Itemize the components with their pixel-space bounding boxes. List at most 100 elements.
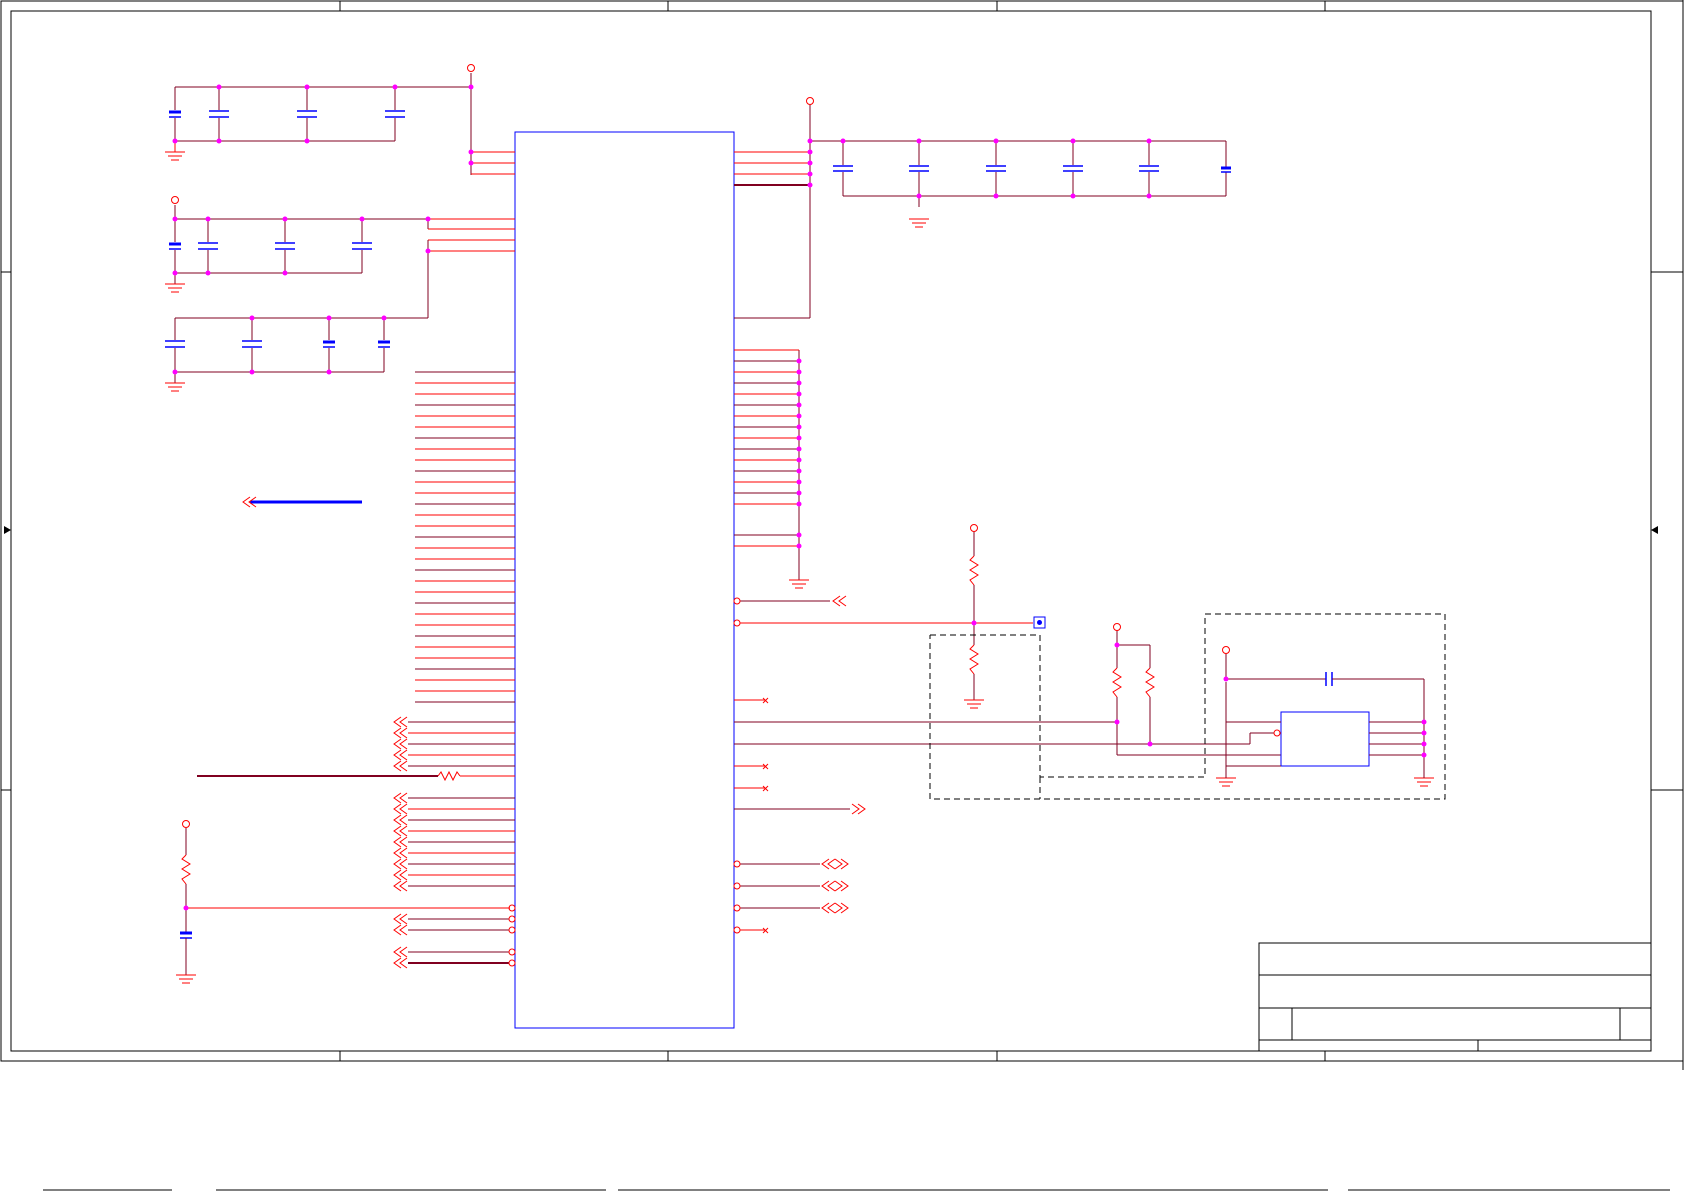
junction-dot bbox=[796, 468, 802, 474]
ground-symbol-reset bbox=[176, 974, 196, 984]
bus-arrow-left bbox=[242, 496, 362, 508]
junction-dot bbox=[205, 216, 211, 222]
decoupling-group-top-right bbox=[734, 105, 1231, 319]
right-offpage-connectors bbox=[821, 595, 866, 914]
title-block bbox=[1258, 942, 1652, 1052]
junction-dot bbox=[468, 160, 474, 166]
offpage-connector-icon bbox=[399, 716, 408, 728]
junction-dot bbox=[796, 413, 802, 419]
offpage-connector-icon bbox=[399, 869, 408, 881]
junction-dot bbox=[1070, 193, 1076, 199]
junction-dot bbox=[1421, 741, 1427, 747]
junction-dot bbox=[1146, 193, 1152, 199]
ground-symbol-2 bbox=[165, 283, 185, 293]
junction-dot bbox=[468, 84, 474, 90]
junction-dot bbox=[282, 216, 288, 222]
junction-dot bbox=[807, 182, 813, 188]
ground-symbol-1 bbox=[165, 151, 185, 161]
junction-dot bbox=[282, 270, 288, 276]
eeprom-chip bbox=[1225, 672, 1425, 772]
pin-dot bbox=[508, 959, 516, 967]
offpage-connector-icon bbox=[399, 858, 408, 870]
offpage-connector-icon bbox=[399, 913, 408, 925]
junction-dot bbox=[993, 138, 999, 144]
schematic-sheet bbox=[0, 0, 1684, 1191]
junction-dot bbox=[796, 446, 802, 452]
junction-dot bbox=[796, 532, 802, 538]
ground-symbol-eeprom-left bbox=[1216, 777, 1236, 787]
junction-dot bbox=[172, 138, 178, 144]
junction-dot bbox=[807, 149, 813, 155]
junction-dot bbox=[249, 369, 255, 375]
left-offpage-connectors bbox=[393, 716, 516, 969]
junction-dot bbox=[304, 138, 310, 144]
sheet-frame bbox=[0, 0, 1684, 1070]
pullup-resistor-pair bbox=[1112, 630, 1281, 756]
voltage-divider bbox=[969, 532, 979, 700]
offpage-connector-icon bbox=[399, 836, 408, 848]
junction-dot bbox=[840, 138, 846, 144]
junction-dot bbox=[1147, 741, 1153, 747]
no-connect-marks bbox=[762, 697, 769, 934]
pin-dot bbox=[508, 926, 516, 934]
eeprom-pin-dot bbox=[1273, 729, 1281, 737]
offpage-connector-icon bbox=[399, 727, 408, 739]
power-port-left-2 bbox=[171, 196, 179, 204]
junction-dot bbox=[796, 391, 802, 397]
junction-dot bbox=[1070, 138, 1076, 144]
offpage-connector-icon bbox=[399, 792, 408, 804]
frame-center-arrow-right bbox=[1651, 526, 1658, 534]
junction-dot bbox=[304, 84, 310, 90]
ground-symbol-3 bbox=[165, 382, 185, 392]
junction-dot bbox=[425, 248, 431, 254]
junction-dot bbox=[381, 315, 387, 321]
power-port-top-right bbox=[806, 97, 814, 105]
junction-dot bbox=[183, 905, 189, 911]
offpage-connector-icon bbox=[399, 803, 408, 815]
junction-dot bbox=[796, 424, 802, 430]
junction-dot bbox=[468, 149, 474, 155]
offpage-connector-icon bbox=[399, 924, 408, 936]
junction-dot bbox=[796, 402, 802, 408]
junction-dot bbox=[205, 270, 211, 276]
junction-dot bbox=[796, 435, 802, 441]
junction-dot bbox=[796, 358, 802, 364]
decoupling-group-2 bbox=[169, 205, 515, 318]
right-ground-pins bbox=[734, 349, 800, 580]
power-port-top-1 bbox=[467, 64, 475, 72]
junction-dot bbox=[1223, 676, 1229, 682]
pin-dot bbox=[508, 915, 516, 923]
junction-dot bbox=[1114, 642, 1120, 648]
junction-dot bbox=[796, 501, 802, 507]
junction-dot bbox=[392, 84, 398, 90]
reset-rc-network bbox=[180, 828, 510, 975]
junction-dot bbox=[807, 171, 813, 177]
junction-dot bbox=[172, 216, 178, 222]
main-ic-body bbox=[514, 131, 735, 1029]
junction-dot bbox=[807, 138, 813, 144]
test-point-icon bbox=[1033, 616, 1046, 629]
junction-dot bbox=[1146, 138, 1152, 144]
power-port-reset bbox=[182, 820, 190, 828]
offpage-connector-icon bbox=[399, 749, 408, 761]
junction-dot bbox=[916, 193, 922, 199]
junction-dot bbox=[1114, 719, 1120, 725]
junction-dot bbox=[796, 457, 802, 463]
junction-dot bbox=[172, 270, 178, 276]
junction-dot bbox=[1421, 719, 1427, 725]
junction-dot bbox=[249, 315, 255, 321]
offpage-connector-icon bbox=[399, 880, 408, 892]
offpage-connector-icon bbox=[399, 957, 408, 969]
right-signal-stubs bbox=[734, 600, 1250, 931]
ground-symbol-eeprom-right bbox=[1414, 777, 1434, 787]
junction-dot bbox=[807, 160, 813, 166]
junction-dot bbox=[326, 315, 332, 321]
offpage-connector-icon bbox=[399, 738, 408, 750]
ground-symbol-divider bbox=[964, 699, 984, 709]
ground-symbol-ic-right bbox=[789, 579, 809, 589]
ground-symbol-top-right bbox=[909, 218, 929, 228]
junction-dot bbox=[993, 193, 999, 199]
offpage-connector-icon bbox=[399, 825, 408, 837]
junction-dot bbox=[425, 216, 431, 222]
junction-dot bbox=[172, 369, 178, 375]
